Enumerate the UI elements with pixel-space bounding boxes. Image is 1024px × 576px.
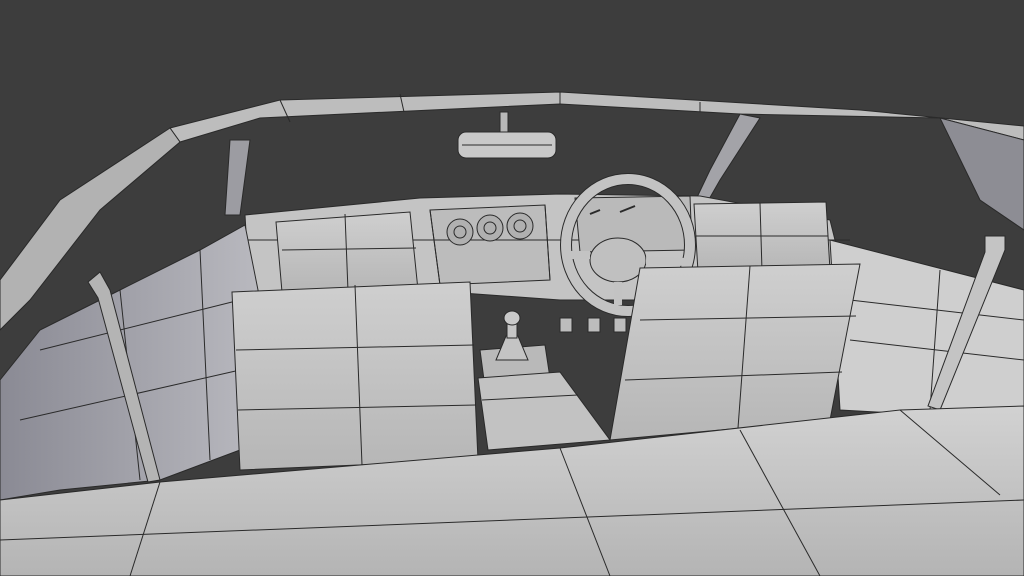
3d-viewport[interactable]	[0, 0, 1024, 576]
gear-shifter	[479, 310, 551, 381]
rearview-mirror	[457, 111, 557, 159]
car-interior-model	[0, 91, 1024, 576]
center-console	[477, 371, 611, 451]
pedals	[559, 317, 627, 333]
